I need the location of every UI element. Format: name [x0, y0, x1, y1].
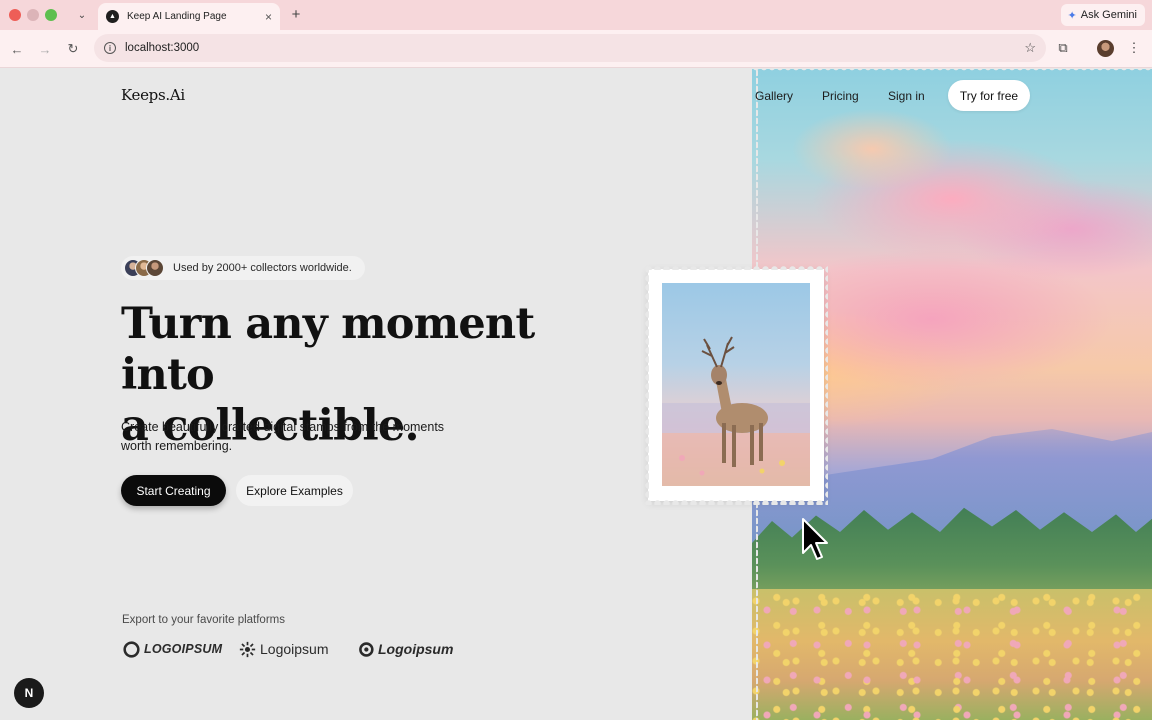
reload-icon[interactable]: ↻: [64, 40, 82, 58]
more-menu-icon[interactable]: ⋮: [1126, 40, 1142, 56]
maximize-window-button[interactable]: [45, 9, 57, 21]
partner-logo-1-text: LOGOIPSUM: [144, 642, 223, 656]
nextjs-dev-badge[interactable]: N: [14, 678, 44, 708]
gemini-sparkle-icon: ✦: [1067, 9, 1077, 22]
subhead-line-1: Create beautifully crafted digital stamp…: [121, 420, 445, 434]
partner-logo-3-text: Logoipsum: [378, 641, 454, 657]
avatar: [146, 259, 164, 277]
nav-link-sign-in[interactable]: Sign in: [888, 89, 925, 103]
start-creating-button[interactable]: Start Creating: [121, 475, 226, 506]
site-header: Keeps.Ai Gallery Pricing Sign in Try for…: [0, 69, 1152, 129]
browser-tab-bar: ⌄ ▲ Keep AI Landing Page × + ✦ Ask Gemin…: [0, 0, 1152, 30]
browser-toolbar: ← → ↻ i localhost:3000 ☆ ⧉ ⋮: [0, 30, 1152, 68]
deer-stamp-card[interactable]: [648, 269, 824, 501]
tab-list-chevron-icon[interactable]: ⌄: [73, 6, 91, 24]
ring-logo-icon: [359, 641, 374, 657]
sunburst-logo-icon: [239, 641, 256, 657]
back-arrow-icon[interactable]: ←: [8, 40, 26, 58]
headline-line-1: Turn any moment into: [121, 299, 535, 400]
triangle-favicon-icon: ▲: [106, 10, 119, 23]
partner-logo-1: LOGOIPSUM: [123, 639, 222, 659]
bookmark-star-icon[interactable]: ☆: [1024, 40, 1036, 56]
extensions-icon[interactable]: ⧉: [1055, 40, 1071, 56]
landing-page: Keeps.Ai Gallery Pricing Sign in Try for…: [0, 69, 1152, 720]
ask-gemini-button[interactable]: ✦ Ask Gemini: [1060, 4, 1145, 26]
address-bar[interactable]: i localhost:3000 ☆: [94, 34, 1046, 62]
nav-link-gallery[interactable]: Gallery: [755, 89, 793, 103]
swirl-logo-icon: [123, 640, 140, 658]
url-text[interactable]: localhost:3000: [125, 42, 1024, 54]
forward-arrow-icon[interactable]: →: [36, 40, 54, 58]
nav-link-pricing[interactable]: Pricing: [822, 89, 859, 103]
site-logo[interactable]: Keeps.Ai: [121, 86, 185, 104]
site-info-icon[interactable]: i: [104, 42, 116, 54]
close-window-button[interactable]: [9, 9, 21, 21]
minimize-window-button[interactable]: [27, 9, 39, 21]
deer-stamp-image: [662, 283, 810, 486]
deer-illustration: [662, 336, 810, 486]
social-proof-text: Used by 2000+ collectors worldwide.: [173, 262, 352, 274]
social-proof-pill: Used by 2000+ collectors worldwide.: [121, 256, 365, 280]
try-for-free-button[interactable]: Try for free: [948, 80, 1030, 111]
subhead-line-2: worth remembering.: [121, 439, 233, 453]
hero-flower-meadow: [752, 589, 1152, 720]
new-tab-plus-icon[interactable]: +: [287, 5, 305, 23]
tab-title: Keep AI Landing Page: [127, 11, 227, 22]
partner-logo-2: Logoipsum: [239, 639, 329, 659]
export-label: Export to your favorite platforms: [122, 614, 285, 626]
tab-close-icon[interactable]: ×: [265, 10, 272, 24]
mouse-pointer-icon: [802, 518, 828, 560]
explore-examples-button[interactable]: Explore Examples: [236, 475, 353, 506]
partner-logo-3: Logoipsum: [357, 639, 453, 659]
browser-tab-active[interactable]: ▲ Keep AI Landing Page ×: [98, 3, 280, 30]
profile-avatar[interactable]: [1097, 40, 1114, 57]
partner-logo-2-text: Logoipsum: [260, 641, 329, 657]
hero-subheadline: Create beautifully crafted digital stamp…: [121, 418, 481, 456]
collector-avatars: [124, 258, 172, 278]
ask-gemini-label: Ask Gemini: [1080, 9, 1137, 21]
